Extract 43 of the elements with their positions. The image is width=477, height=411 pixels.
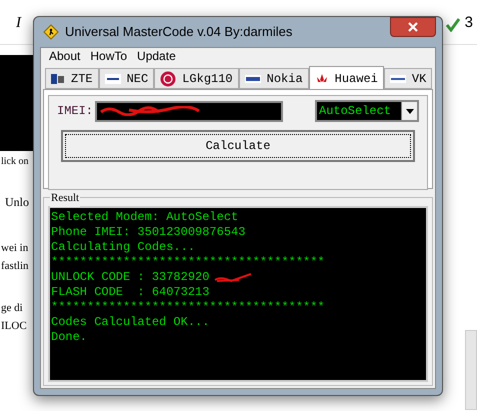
calculate-button[interactable]: Calculate	[61, 130, 415, 162]
spellcheck-icon[interactable]	[444, 16, 461, 32]
document-text: fastlin	[1, 259, 28, 273]
tab[interactable]: ZTE	[45, 68, 99, 89]
document-text: ILOC	[1, 319, 27, 333]
tab[interactable]: Nokia	[238, 68, 309, 89]
result-group-title: Result	[50, 190, 80, 206]
close-button[interactable]	[390, 17, 436, 37]
document-text: ge di	[1, 301, 23, 315]
console-line: Selected Modem: AutoSelect	[51, 210, 238, 225]
console-line: UNLOCK CODE : 33782920	[51, 270, 210, 285]
annotation-scribble	[213, 272, 254, 284]
imei-field[interactable]	[95, 100, 284, 122]
close-icon	[408, 22, 418, 32]
menu-item[interactable]: About	[49, 47, 80, 65]
console-line: Calculating Codes...	[51, 240, 196, 255]
modem-dropdown[interactable]: AutoSelect	[315, 100, 419, 122]
app-icon	[43, 24, 59, 40]
tab[interactable]: NEC	[98, 68, 154, 89]
lg-logo-icon	[160, 70, 176, 86]
console-line: **************************************	[51, 255, 325, 270]
menu-item[interactable]: Update	[137, 47, 176, 65]
italic-button[interactable]: I	[16, 12, 21, 35]
logo-icon	[390, 74, 406, 82]
logo-icon	[244, 74, 261, 82]
console-line: **************************************	[51, 300, 325, 315]
imei-label: IMEI:	[57, 103, 94, 120]
tab[interactable]: LGkg110	[154, 68, 239, 89]
menu-item[interactable]: HowTo	[90, 47, 128, 65]
tab[interactable]: Huawei	[308, 66, 384, 90]
document-text: lick on	[1, 155, 28, 169]
toolbar-text: 3	[464, 13, 473, 34]
logo-icon	[104, 74, 121, 84]
console-line: Done.	[51, 330, 88, 345]
console-line: Codes Calculated OK...	[51, 315, 210, 330]
dropdown-arrow-icon	[406, 108, 414, 114]
document-text: wei in	[1, 241, 28, 255]
console-line: Phone IMEI: 350123009876543	[51, 225, 246, 240]
document-text: Unlo	[5, 195, 29, 209]
tab[interactable]: VK	[384, 68, 432, 89]
window-title: Universal MasterCode v.04 By:darmiles	[65, 23, 292, 42]
console-line: FLASH CODE : 64073213	[51, 285, 210, 300]
scrollbar[interactable]	[465, 330, 477, 410]
